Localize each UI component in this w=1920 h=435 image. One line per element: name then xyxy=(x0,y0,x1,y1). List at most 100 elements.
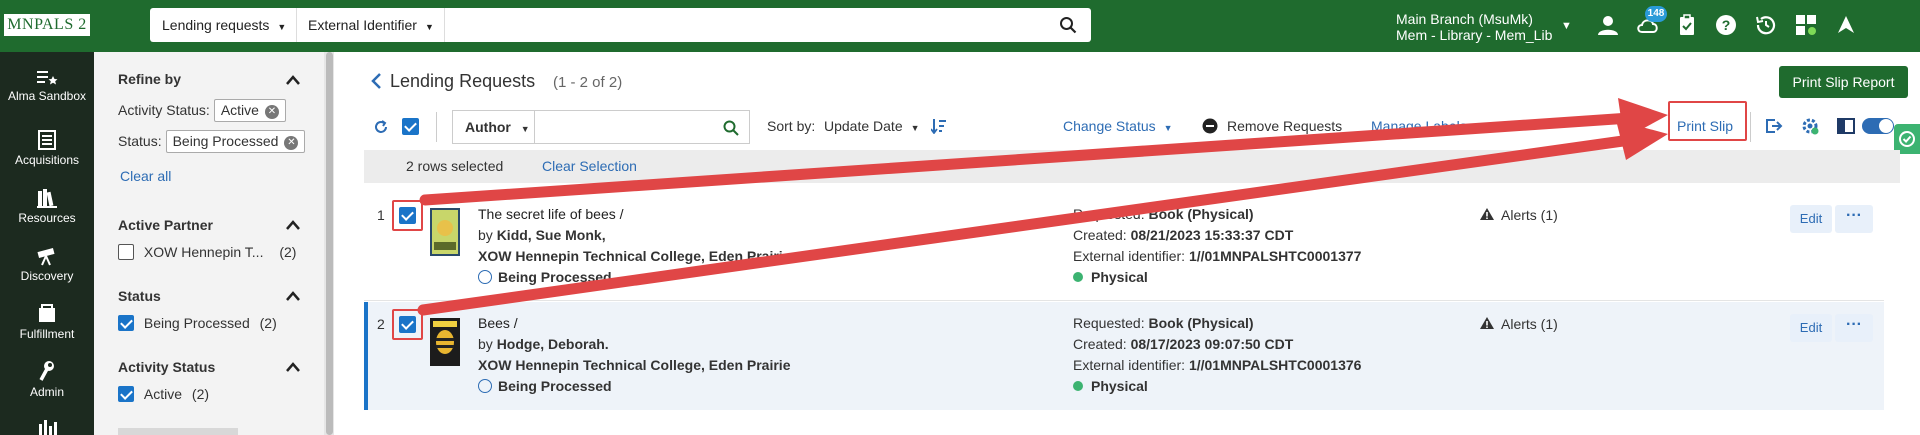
nav-acquisitions[interactable]: Acquisitions xyxy=(0,130,94,167)
print-slip-report-button[interactable]: Print Slip Report xyxy=(1779,66,1908,98)
partner-name: XOW Hennepin Technical College, Eden Pra… xyxy=(478,248,791,264)
record-created: Created: 08/21/2023 15:33:37 CDT xyxy=(1073,227,1293,243)
institution-switcher[interactable]: Main Branch (MsuMk) Mem - Library - Mem_… xyxy=(1396,12,1552,42)
facet-title: Status xyxy=(118,288,161,304)
alerts-label: Alerts (1) xyxy=(1501,207,1558,223)
nav-label: Discovery xyxy=(20,269,74,283)
record-status: Being Processed xyxy=(478,269,612,285)
select-all-checkbox[interactable] xyxy=(402,118,419,135)
record-external-id: External identifier: 1//01MNPALSHTC00013… xyxy=(1073,357,1361,373)
filter-label: Activity Status: xyxy=(118,102,210,118)
export-icon[interactable] xyxy=(1765,118,1783,134)
mnpals-logo[interactable]: MNPALS 2 xyxy=(4,14,90,36)
search-icon[interactable] xyxy=(1059,16,1077,34)
filter-chip[interactable]: Being Processed ✕ xyxy=(165,130,306,153)
global-search-bar[interactable]: Lending requests ▼ External Identifier ▼ xyxy=(150,8,1091,42)
by-label: by xyxy=(478,227,493,243)
record-author: by Hodge, Deborah. xyxy=(478,336,609,352)
search-icon[interactable] xyxy=(723,120,739,136)
by-label: by xyxy=(478,336,493,352)
checkbox[interactable] xyxy=(118,244,134,260)
filter-chip[interactable]: Active ✕ xyxy=(213,99,286,122)
sort-by-dropdown[interactable]: Update Date ▼ xyxy=(824,118,920,134)
nav-alma-sandbox[interactable]: Alma Sandbox xyxy=(0,68,94,103)
chevron-up-icon[interactable] xyxy=(286,362,300,372)
requested-label: Requested: xyxy=(1073,315,1145,331)
back-arrow-icon[interactable] xyxy=(370,72,382,90)
edit-button[interactable]: Edit xyxy=(1790,314,1832,342)
external-id-value: 1//01MNPALSHTC0001376 xyxy=(1188,357,1362,373)
sort-direction-icon[interactable] xyxy=(931,118,947,134)
launch-icon[interactable] xyxy=(1834,13,1858,37)
nav-label: Resources xyxy=(18,211,76,225)
chevron-down-icon[interactable]: ▼ xyxy=(1561,20,1572,32)
checkbox-checked[interactable] xyxy=(118,315,134,331)
remove-icon xyxy=(1202,118,1218,134)
facet-option-label: Active xyxy=(143,386,183,402)
chevron-up-icon[interactable] xyxy=(286,75,300,85)
facet-option[interactable]: Being Processed (2) xyxy=(118,315,277,331)
clear-all-link[interactable]: Clear all xyxy=(120,168,171,184)
nav-admin[interactable]: Admin xyxy=(0,360,94,399)
record-format: Physical xyxy=(1073,378,1148,394)
chevron-down-icon: ▼ xyxy=(277,22,287,32)
record-title-link[interactable]: Bees / xyxy=(478,315,518,331)
chevron-up-icon[interactable] xyxy=(286,291,300,301)
remove-filter-icon[interactable]: ✕ xyxy=(284,136,299,150)
nav-resources[interactable]: Resources xyxy=(0,188,94,225)
clipboard-icon[interactable] xyxy=(1675,13,1699,37)
nav-discovery[interactable]: Discovery xyxy=(0,246,94,283)
remove-requests-button[interactable]: Remove Requests xyxy=(1227,118,1342,134)
gear-icon[interactable] xyxy=(1801,117,1819,135)
search-field-dropdown[interactable]: External Identifier ▼ xyxy=(296,8,444,42)
remove-filter-icon[interactable]: ✕ xyxy=(264,105,279,119)
facet-option-count: (2) xyxy=(259,315,277,331)
checkbox-checked[interactable] xyxy=(118,386,134,402)
created-label: Created: xyxy=(1073,336,1127,352)
annotation-highlight-box xyxy=(392,309,423,340)
help-icon[interactable]: ? xyxy=(1714,13,1738,37)
chevron-down-icon: ▼ xyxy=(1163,123,1173,133)
requested-label: Requested: xyxy=(1073,206,1145,222)
record-requested: Requested: Book (Physical) xyxy=(1073,315,1254,331)
facet-option[interactable]: XOW Hennepin T... (2) xyxy=(118,244,296,260)
search-within-box[interactable]: Author ▼ xyxy=(452,110,750,144)
filter-label: Status: xyxy=(118,133,162,149)
clock-icon xyxy=(478,379,492,393)
refresh-icon[interactable] xyxy=(373,119,389,135)
more-actions-button[interactable]: ··· xyxy=(1835,314,1873,342)
facets-scrollbar-thumb[interactable] xyxy=(326,52,333,435)
layout-icon[interactable] xyxy=(1837,118,1855,134)
search-scope-dropdown[interactable]: Lending requests ▼ xyxy=(150,8,296,42)
history-icon[interactable] xyxy=(1754,13,1778,37)
sort-by-label: Sort by: xyxy=(767,118,816,134)
nav-label: Admin xyxy=(29,385,64,399)
ledger-icon xyxy=(38,130,56,150)
record-title-link[interactable]: The secret life of bees / xyxy=(478,206,624,222)
filter-chip-label: Active xyxy=(220,102,259,118)
fulfillment-icon xyxy=(39,304,55,322)
chevron-up-icon[interactable] xyxy=(286,220,300,230)
change-status-dropdown[interactable]: Change Status ▼ xyxy=(1063,118,1173,134)
books-icon xyxy=(37,189,57,208)
facet-option[interactable]: Active (2) xyxy=(118,386,209,402)
user-icon[interactable] xyxy=(1596,13,1620,37)
widgets-icon[interactable] xyxy=(1794,13,1818,37)
clear-selection-link[interactable]: Clear Selection xyxy=(542,158,637,174)
nav-fulfillment[interactable]: Fulfillment xyxy=(0,304,94,341)
edit-button[interactable]: Edit xyxy=(1790,205,1832,233)
more-actions-button[interactable]: ··· xyxy=(1835,205,1873,233)
alerts-indicator[interactable]: Alerts (1) xyxy=(1479,207,1558,223)
divider xyxy=(534,111,535,143)
alerts-label: Alerts (1) xyxy=(1501,316,1558,332)
requested-value: Book (Physical) xyxy=(1148,315,1254,331)
search-field-selector[interactable]: Author ▼ xyxy=(465,119,530,135)
search-field-label: External Identifier xyxy=(308,17,417,33)
manage-labels-dropdown[interactable]: Manage Labels ▼ xyxy=(1371,118,1484,134)
analytics-icon[interactable] xyxy=(38,418,58,435)
refine-by-heading: Refine by xyxy=(118,71,182,87)
alerts-indicator[interactable]: Alerts (1) xyxy=(1479,316,1558,332)
record-partner: XOW Hennepin Technical College, Eden Pra… xyxy=(478,248,790,264)
warning-icon xyxy=(1480,317,1494,329)
view-toggle[interactable] xyxy=(1862,118,1894,134)
